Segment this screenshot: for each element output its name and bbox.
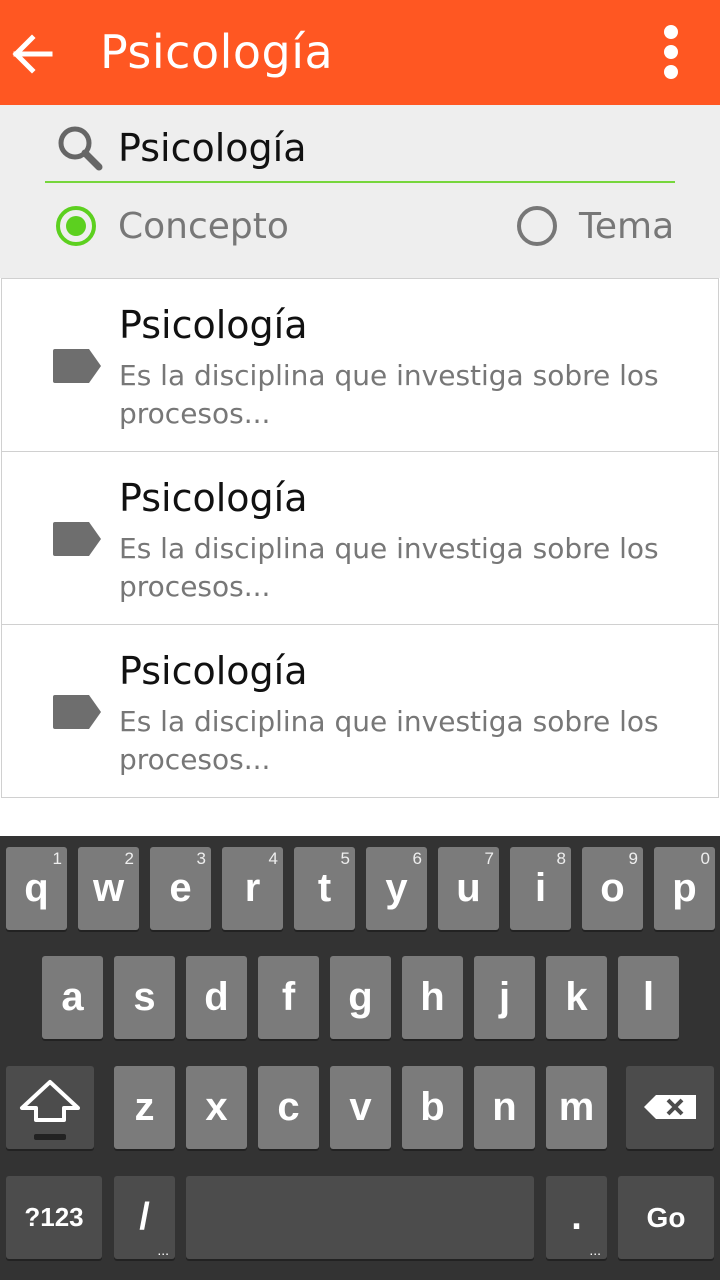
key-hint: 3 xyxy=(196,849,206,868)
key-c[interactable]: c xyxy=(258,1066,319,1149)
key-hint: 7 xyxy=(484,849,494,868)
label-tag-icon xyxy=(53,349,101,383)
key-x[interactable]: x xyxy=(186,1066,247,1149)
list-item[interactable]: Psicología Es la disciplina que investig… xyxy=(1,452,719,625)
radio-selected-icon xyxy=(56,206,96,246)
go-key[interactable]: Go xyxy=(618,1176,714,1259)
key-m[interactable]: m xyxy=(546,1066,607,1149)
key-s[interactable]: s xyxy=(114,956,175,1039)
key-w[interactable]: w2 xyxy=(78,847,139,930)
radio-concepto-label: Concepto xyxy=(118,206,289,247)
key-hint: ... xyxy=(589,1242,601,1258)
list-item-description: Es la disciplina que investiga sobre los… xyxy=(119,705,659,776)
label-tag-icon xyxy=(53,695,101,729)
shift-arrow-icon xyxy=(20,1080,80,1140)
key-label: w xyxy=(92,866,125,910)
key-label: u xyxy=(456,866,481,910)
key-r[interactable]: r4 xyxy=(222,847,283,930)
key-hint: ... xyxy=(157,1242,169,1258)
key-label: t xyxy=(317,866,332,910)
key-y[interactable]: y6 xyxy=(366,847,427,930)
key-k[interactable]: k xyxy=(546,956,607,1039)
key-o[interactable]: o9 xyxy=(582,847,643,930)
key-d[interactable]: d xyxy=(186,956,247,1039)
list-item-title: Psicología xyxy=(119,649,308,693)
soft-keyboard: q1 w2 e3 r4 t5 y6 u7 i8 o9 p0 a s d f g … xyxy=(0,836,720,1280)
key-label: q xyxy=(24,866,49,910)
key-hint: 6 xyxy=(412,849,422,868)
list-item-description: Es la disciplina que investiga sobre los… xyxy=(119,359,659,430)
key-label: r xyxy=(244,866,261,910)
key-j[interactable]: j xyxy=(474,956,535,1039)
key-label: . xyxy=(571,1196,582,1238)
radio-unselected-icon xyxy=(517,206,557,246)
key-hint: 2 xyxy=(124,849,134,868)
key-g[interactable]: g xyxy=(330,956,391,1039)
key-hint: 4 xyxy=(268,849,278,868)
key-hint: 0 xyxy=(700,849,710,868)
key-t[interactable]: t5 xyxy=(294,847,355,930)
search-icon xyxy=(58,126,103,171)
key-label: y xyxy=(385,866,408,910)
key-label: / xyxy=(139,1196,150,1238)
key-label: i xyxy=(534,866,547,910)
more-options-button[interactable] xyxy=(650,20,694,84)
arrow-left-icon xyxy=(12,34,53,74)
period-key[interactable]: .... xyxy=(546,1176,607,1259)
key-hint: 9 xyxy=(628,849,638,868)
radio-tema[interactable]: Tema xyxy=(517,204,687,254)
slash-key[interactable]: /... xyxy=(114,1176,175,1259)
key-hint: 8 xyxy=(556,849,566,868)
page-title: Psicología xyxy=(100,25,334,79)
list-item-description: Es la disciplina que investiga sobre los… xyxy=(119,532,659,603)
shift-key[interactable] xyxy=(6,1066,94,1149)
space-key[interactable] xyxy=(186,1176,534,1259)
label-tag-icon xyxy=(53,522,101,556)
search-panel: Concepto Tema xyxy=(0,105,720,278)
key-i[interactable]: i8 xyxy=(510,847,571,930)
backspace-key[interactable] xyxy=(626,1066,714,1149)
key-hint: 1 xyxy=(52,849,62,868)
results-list: Psicología Es la disciplina que investig… xyxy=(1,278,719,798)
symbols-key[interactable]: ?123 xyxy=(6,1176,102,1259)
key-label: e xyxy=(169,866,192,910)
backspace-icon xyxy=(644,1095,696,1119)
search-underline xyxy=(45,181,675,183)
app-bar: Psicología xyxy=(0,0,720,105)
key-l[interactable]: l xyxy=(618,956,679,1039)
list-item-title: Psicología xyxy=(119,303,308,347)
search-input[interactable] xyxy=(118,120,658,176)
key-label: p xyxy=(672,866,697,910)
list-item[interactable]: Psicología Es la disciplina que investig… xyxy=(1,278,719,452)
key-n[interactable]: n xyxy=(474,1066,535,1149)
key-f[interactable]: f xyxy=(258,956,319,1039)
list-item[interactable]: Psicología Es la disciplina que investig… xyxy=(1,625,719,798)
key-e[interactable]: e3 xyxy=(150,847,211,930)
key-p[interactable]: p0 xyxy=(654,847,715,930)
key-a[interactable]: a xyxy=(42,956,103,1039)
key-z[interactable]: z xyxy=(114,1066,175,1149)
key-hint: 5 xyxy=(340,849,350,868)
radio-tema-label: Tema xyxy=(579,206,675,247)
key-v[interactable]: v xyxy=(330,1066,391,1149)
list-item-title: Psicología xyxy=(119,476,308,520)
key-label: o xyxy=(600,866,625,910)
key-b[interactable]: b xyxy=(402,1066,463,1149)
radio-concepto[interactable]: Concepto xyxy=(56,204,316,254)
key-h[interactable]: h xyxy=(402,956,463,1039)
key-u[interactable]: u7 xyxy=(438,847,499,930)
key-q[interactable]: q1 xyxy=(6,847,67,930)
back-button[interactable] xyxy=(8,20,56,84)
